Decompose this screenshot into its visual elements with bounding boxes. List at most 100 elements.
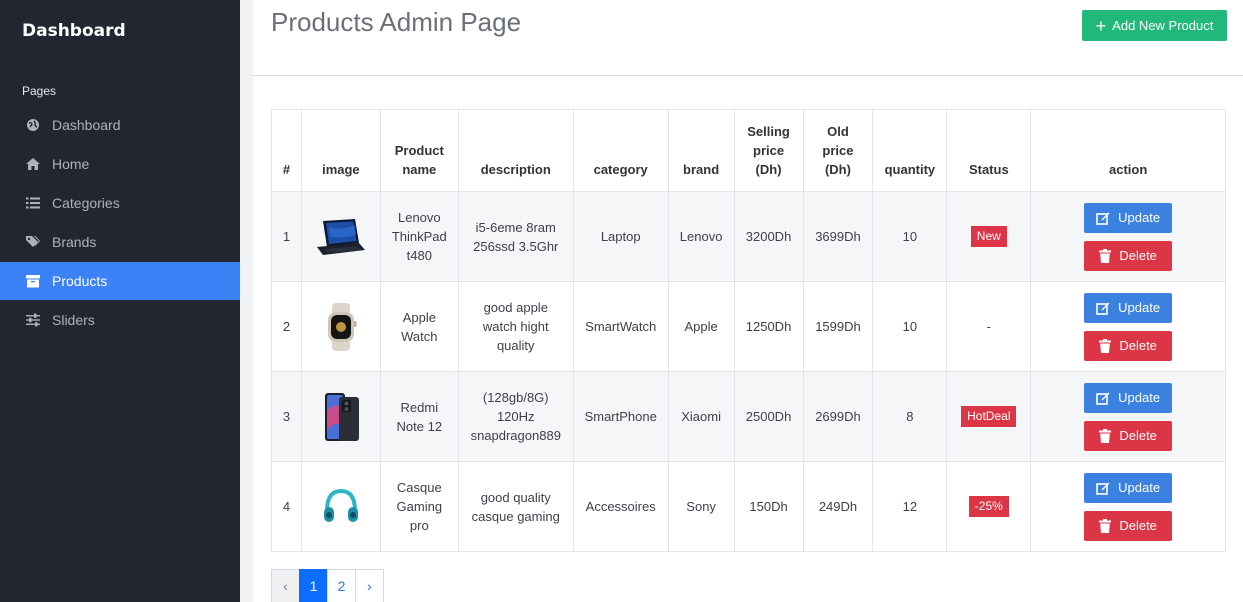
product-description: good quality casque gaming [457,461,574,552]
header-text: Selling price (Dh) [747,124,790,177]
product-name-text: Redmi Note 12 [396,399,443,434]
action-cell: Update Delete [1030,191,1226,282]
sidebar-item-label: Dashboard [52,117,121,133]
pagination-prev[interactable]: ‹ [271,569,300,602]
table-header-row: # image Product name description categor… [271,109,1226,192]
trash-icon [1099,428,1112,443]
product-description: good apple watch hight quality [457,281,574,372]
old-price: 1599Dh [802,281,874,372]
delete-label: Delete [1119,428,1157,443]
status-badge: HotDeal [961,406,1017,427]
sidebar-item-brands[interactable]: Brands [0,223,240,261]
pagination-page-1[interactable]: 1 [299,569,328,602]
pagination-next[interactable]: › [355,569,384,602]
add-new-product-button[interactable]: + Add New Product [1082,10,1227,41]
delete-label: Delete [1119,518,1157,533]
products-table: # image Product name description categor… [271,109,1226,552]
action-cell: Update Delete [1030,281,1226,372]
column-header-number: # [271,109,302,192]
status-cell: HotDeal [946,371,1032,462]
column-header-description: description [457,109,574,192]
column-header-product-name: Product name [379,109,459,192]
action-cell: Update Delete [1030,371,1226,462]
product-image-cell [300,191,381,282]
update-label: Update [1118,210,1161,225]
edit-icon [1096,392,1110,405]
old-price: 3699Dh [802,191,874,282]
update-button[interactable]: Update [1084,382,1173,413]
sidebar-brand[interactable]: Dashboard [22,21,126,41]
header-divider [253,75,1243,76]
quantity: 10 [872,191,948,282]
table-row: 4 Casque Gaming pro good quality casque … [271,461,1226,552]
delete-button[interactable]: Delete [1084,420,1173,451]
action-buttons: Update Delete [1031,202,1225,271]
delete-label: Delete [1119,248,1157,263]
globe-icon [26,118,40,132]
status-cell: -25% [946,461,1032,552]
update-button[interactable]: Update [1084,202,1173,233]
edit-icon [1096,482,1110,495]
trash-icon [1099,338,1112,353]
status-badge: New [970,226,1007,247]
header-text: Product name [394,143,444,177]
action-buttons: Update Delete [1031,292,1225,361]
product-category: SmartWatch [572,281,669,372]
app-root: Dashboard Pages Dashboard Home Categorie… [0,0,1243,602]
column-header-selling-price: Selling price (Dh) [733,109,804,192]
product-description: (128gb/8G) 120Hz snapdragon889 [457,371,574,462]
action-buttons: Update Delete [1031,472,1225,541]
column-header-old-price: Old price (Dh) [802,109,874,192]
sliders-icon [26,313,40,327]
product-description-text: good apple watch hight quality [482,300,549,353]
update-label: Update [1118,390,1161,405]
laptop-image [313,209,369,265]
product-category: SmartPhone [572,371,669,462]
pagination-page-2[interactable]: 2 [327,569,356,602]
sidebar-item-label: Products [52,273,108,289]
sidebar-section-title: Pages [22,84,57,98]
product-description-text: i5-6eme 8ram 256ssd 3.5Ghr [473,219,559,254]
sidebar-item-sliders[interactable]: Sliders [0,301,240,339]
tags-icon [26,235,40,249]
update-button[interactable]: Update [1084,292,1173,323]
sidebar-item-products[interactable]: Products [0,262,240,300]
sidebar-item-categories[interactable]: Categories [0,184,240,222]
add-new-product-label: Add New Product [1112,18,1214,33]
update-button[interactable]: Update [1084,472,1173,503]
table-row: 2 Apple Watch good apple watch hight qua… [271,281,1226,372]
page-title: Products Admin Page [271,7,522,37]
pagination: ‹ 1 2 › [271,569,384,602]
product-brand: Sony [667,461,735,552]
selling-price: 2500Dh [733,371,804,462]
delete-label: Delete [1119,338,1157,353]
delete-button[interactable]: Delete [1084,510,1173,541]
product-name: Redmi Note 12 [379,371,459,462]
column-header-quantity: quantity [872,109,948,192]
column-header-action: action [1030,109,1226,192]
sidebar-item-home[interactable]: Home [0,145,240,183]
product-brand: Lenovo [667,191,735,282]
selling-price: 3200Dh [733,191,804,282]
product-name: Casque Gaming pro [379,461,459,552]
action-buttons: Update Delete [1031,382,1225,451]
product-brand: Xiaomi [667,371,735,462]
product-brand: Apple [667,281,735,372]
sidebar-item-label: Home [52,156,90,172]
product-image-cell [300,371,381,462]
delete-button[interactable]: Delete [1084,240,1173,271]
sidebar-item-label: Categories [52,195,120,211]
product-description-text: good quality casque gaming [471,489,560,524]
selling-price: 1250Dh [733,281,804,372]
delete-button[interactable]: Delete [1084,330,1173,361]
box-icon [26,274,40,288]
sidebar-item-dashboard[interactable]: Dashboard [0,106,240,144]
quantity: 10 [872,281,948,372]
row-number: 3 [271,371,302,462]
product-image-cell [300,281,381,372]
headphones-image [313,479,369,535]
status-cell: - [946,281,1032,372]
product-category: Accessoires [572,461,669,552]
old-price: 2699Dh [802,371,874,462]
home-icon [26,157,40,171]
